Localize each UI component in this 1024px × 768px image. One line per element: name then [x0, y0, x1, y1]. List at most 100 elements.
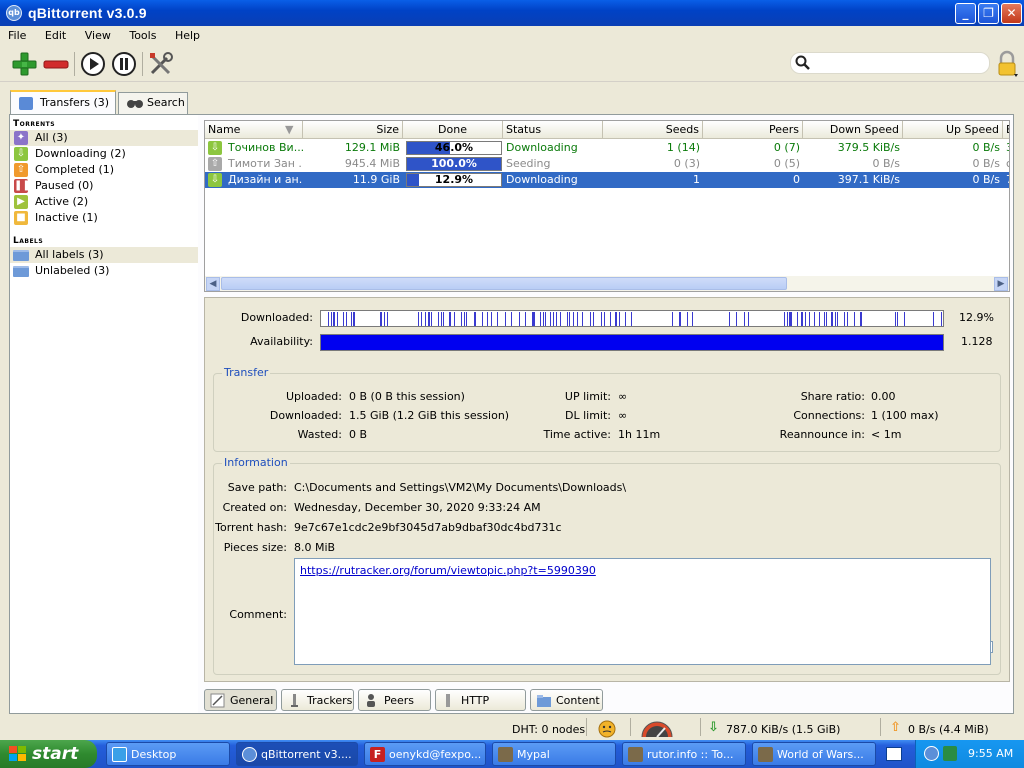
wasted-label: Wasted:: [297, 428, 342, 441]
minimize-button[interactable]: _: [955, 3, 976, 24]
task-filezilla[interactable]: Foenykd@fexpo...: [364, 742, 486, 766]
task-mypal[interactable]: Mypal: [492, 742, 616, 766]
remove-torrent-icon[interactable]: [42, 50, 70, 78]
menu-file[interactable]: File: [0, 26, 33, 42]
torrent-down-speed: 397.1 KiB/s: [837, 173, 900, 186]
network-icon[interactable]: [943, 746, 957, 761]
scroll-right-icon[interactable]: ▶: [994, 277, 1008, 291]
general-icon: [210, 693, 225, 708]
save-path-label: Save path:: [227, 481, 287, 494]
sidebar-item-paused[interactable]: ❚❚ Paused (0): [10, 178, 198, 194]
time-active-label: Time active:: [543, 428, 611, 441]
torrent-size: 129.1 MiB: [344, 141, 400, 154]
tab-general[interactable]: General: [204, 689, 277, 711]
horizontal-scrollbar[interactable]: ◀ ▶: [205, 276, 1009, 291]
status-bar: DHT: 0 nodes ⇩ 787.0 KiB/s (1.5 GiB) ⇧ 0…: [0, 714, 1024, 740]
menu-edit[interactable]: Edit: [37, 26, 73, 42]
keyboard-icon[interactable]: [886, 747, 902, 761]
torrent-eta: c: [1003, 156, 1009, 172]
torrent-status: Seeding: [506, 157, 551, 170]
column-up-speed[interactable]: Up Speed: [903, 121, 1003, 139]
tab-peers[interactable]: Peers: [358, 689, 431, 711]
sidebar-item-all[interactable]: ✦ All (3): [10, 130, 198, 146]
tab-label: Peers: [384, 694, 415, 707]
menu-view[interactable]: View: [77, 26, 118, 42]
status-separator: [700, 718, 701, 736]
column-done[interactable]: Done: [403, 121, 503, 139]
torrent-size: 11.9 GiB: [352, 173, 400, 186]
torrent-eta: 7: [1003, 172, 1009, 188]
comment-link[interactable]: https://rutracker.org/forum/viewtopic.ph…: [300, 564, 596, 577]
connections-value: 1 (100 max): [871, 409, 939, 422]
pause-icon[interactable]: [110, 50, 138, 78]
tab-transfers[interactable]: Transfers (3): [10, 90, 116, 115]
tab-content[interactable]: Content: [530, 689, 603, 711]
task-label: oenykd@fexpo...: [389, 748, 482, 761]
transfer-group: Transfer Uploaded: 0 B (0 B this session…: [213, 366, 1001, 452]
menu-tools[interactable]: Tools: [121, 26, 163, 42]
tab-trackers[interactable]: Trackers: [281, 689, 354, 711]
close-button[interactable]: ✕: [1001, 3, 1022, 24]
column-eta[interactable]: E: [1003, 121, 1009, 139]
qbittorrent-tray-icon[interactable]: [924, 746, 939, 761]
dht-status: DHT: 0 nodes: [512, 723, 586, 736]
tab-search[interactable]: Search: [118, 92, 188, 114]
resume-icon[interactable]: [79, 50, 107, 78]
lock-icon[interactable]: [996, 50, 1018, 78]
downloading-icon: ⇩: [208, 173, 222, 187]
column-name[interactable]: Name ▼: [205, 121, 303, 139]
reannounce-label: Reannounce in:: [779, 428, 865, 441]
sidebar-item-all-labels[interactable]: All labels (3): [10, 247, 198, 263]
maximize-button[interactable]: ❐: [978, 3, 999, 24]
table-row[interactable]: ⇧ Тимоти Зан ... 945.4 MiB 100.0% Seedin…: [205, 156, 1009, 172]
comment-box[interactable]: https://rutracker.org/forum/viewtopic.ph…: [294, 558, 991, 665]
column-peers[interactable]: Peers: [703, 121, 803, 139]
progress-bar: 12.9%: [406, 173, 502, 187]
column-down-speed[interactable]: Down Speed: [803, 121, 903, 139]
sidebar-item-downloading[interactable]: ⇩ Downloading (2): [10, 146, 198, 162]
torrent-peers: 0: [793, 173, 800, 186]
sidebar-item-unlabeled[interactable]: Unlabeled (3): [10, 263, 198, 279]
scroll-left-icon[interactable]: ◀: [206, 277, 220, 291]
torrent-eta: 3: [1003, 140, 1009, 156]
up-limit-value: ∞: [618, 390, 628, 403]
table-row[interactable]: ⇩ Дизайн и ан... 11.9 GiB 12.9% Download…: [205, 172, 1009, 188]
options-icon[interactable]: [147, 50, 175, 78]
trackers-icon: [291, 694, 298, 707]
all-icon: ✦: [14, 131, 28, 145]
menu-help[interactable]: Help: [167, 26, 207, 42]
task-qbittorrent[interactable]: qBittorrent v3....: [236, 742, 358, 766]
task-world-of-wars[interactable]: World of Wars...: [752, 742, 876, 766]
time-active-value: 1h 11m: [618, 428, 661, 441]
sidebar-item-label: Completed (1): [35, 163, 115, 176]
task-desktop[interactable]: Desktop: [106, 742, 230, 766]
task-rutor[interactable]: rutor.info :: To...: [622, 742, 746, 766]
torrent-seeds: 1: [693, 173, 700, 186]
column-size[interactable]: Size: [303, 121, 403, 139]
sidebar-item-completed[interactable]: ⇧ Completed (1): [10, 162, 198, 178]
uploaded-value: 0 B (0 B this session): [349, 390, 465, 403]
torrent-up-speed: 0 B/s: [972, 141, 1000, 154]
sidebar-item-active[interactable]: ▶ Active (2): [10, 194, 198, 210]
table-row[interactable]: ⇩ Точинов Ви... 129.1 MiB 46.0% Download…: [205, 140, 1009, 156]
scroll-thumb[interactable]: [221, 277, 787, 290]
connection-status-icon[interactable]: [598, 720, 616, 741]
add-torrent-icon[interactable]: [10, 50, 38, 78]
task-label: qBittorrent v3....: [261, 748, 352, 761]
downloaded-percent: 12.9%: [959, 311, 994, 324]
search-input[interactable]: [790, 52, 990, 74]
downloading-icon: ⇩: [208, 141, 222, 155]
tab-http-sources[interactable]: HTTP Sources: [435, 689, 526, 725]
sidebar-item-inactive[interactable]: ■ Inactive (1): [10, 210, 198, 226]
column-status[interactable]: Status: [503, 121, 603, 139]
tab-label: Content: [556, 694, 600, 707]
clock[interactable]: 9:55 AM: [968, 747, 1013, 760]
torrent-hash-value: 9e7c67e1cdc2e9bf3045d7ab9dbaf30dc4bd731c: [294, 521, 562, 534]
torrent-seeds: 0 (3): [673, 157, 700, 170]
column-seeds[interactable]: Seeds: [603, 121, 703, 139]
start-button[interactable]: start: [0, 740, 97, 768]
content-folder-icon: [537, 695, 551, 707]
active-icon: ▶: [14, 195, 28, 209]
speed-limit-icon[interactable]: [640, 720, 674, 741]
tab-label: General: [230, 694, 274, 707]
